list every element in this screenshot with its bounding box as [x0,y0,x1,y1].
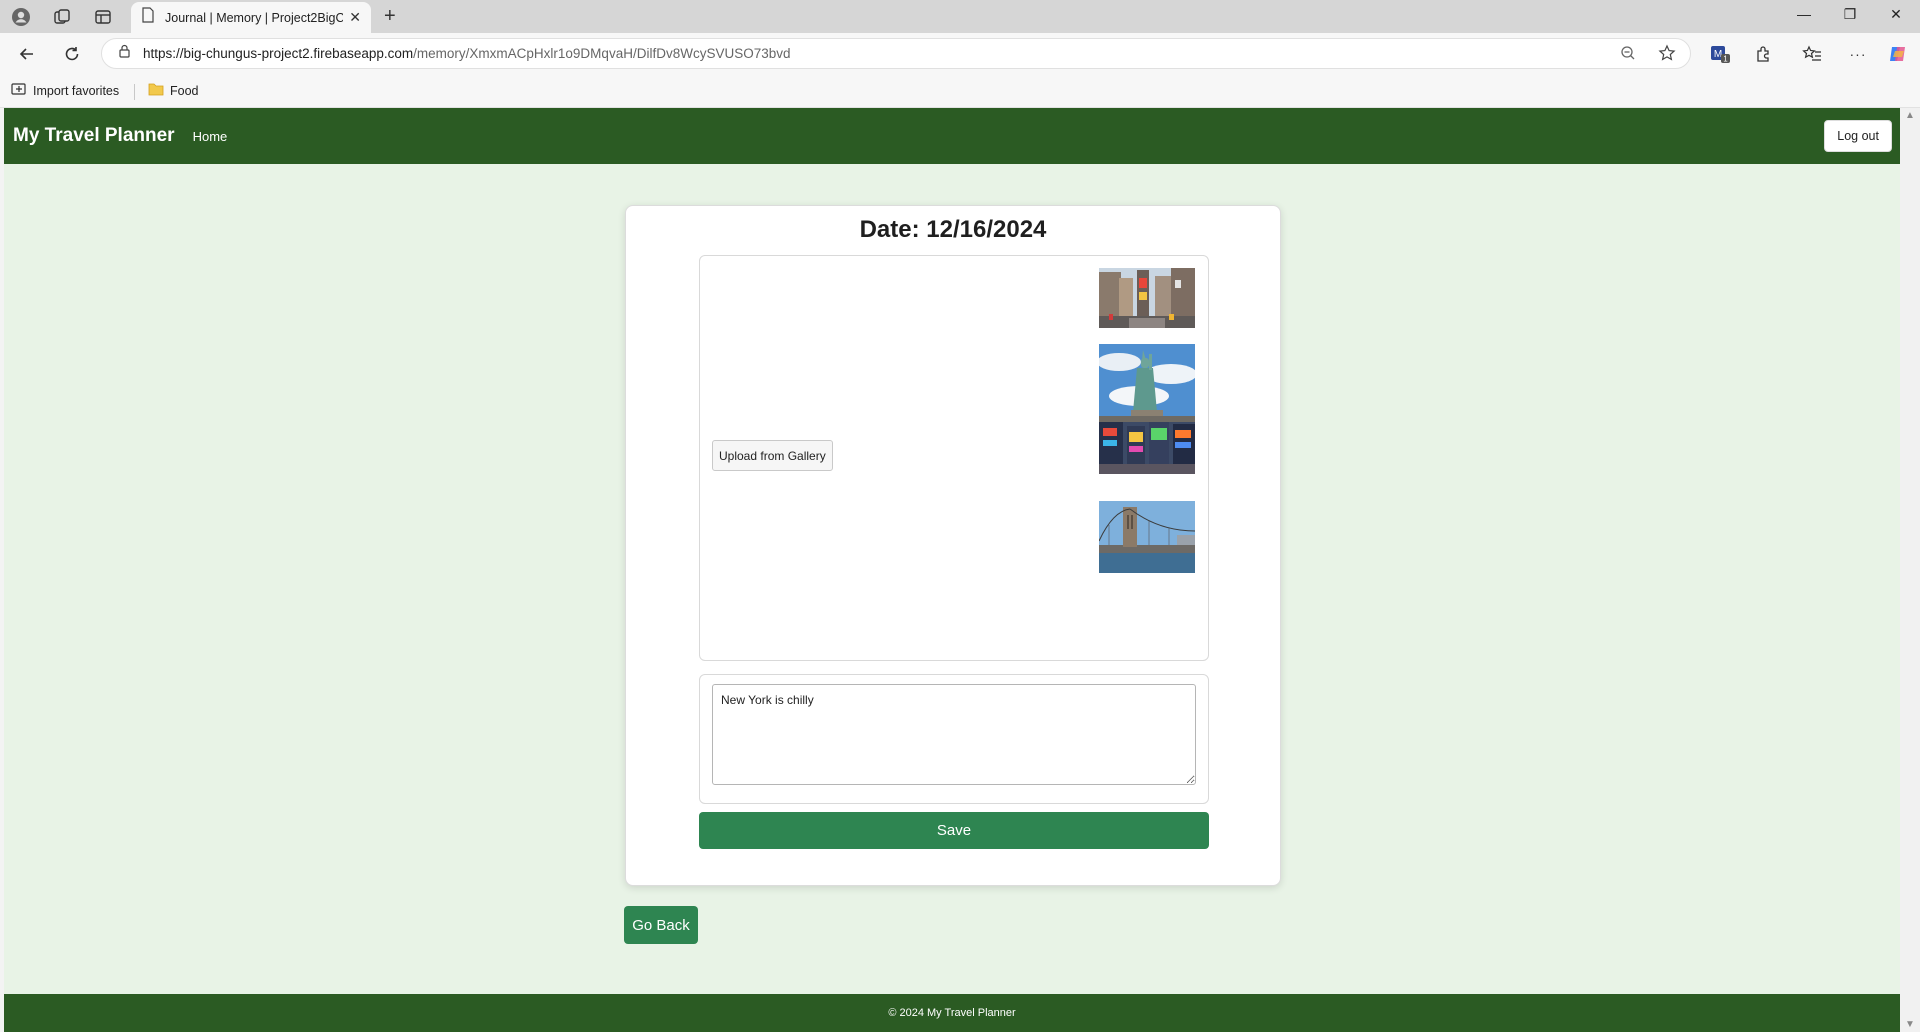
upload-from-gallery-button[interactable]: Upload from Gallery [712,440,833,471]
browser-tab-bar: Journal | Memory | Project2BigCh ✕ + — ❐… [0,0,1920,33]
back-icon[interactable] [16,43,38,65]
outlook-extension-icon[interactable]: M1 [1709,43,1731,65]
app-header: My Travel Planner Home Log out [4,108,1900,164]
address-bar-row: https://big-chungus-project2.firebaseapp… [0,33,1920,75]
photo-times-square-street[interactable] [1099,268,1195,328]
favorites-icon[interactable] [1801,43,1823,65]
bookmark-import-favorites[interactable]: Import favorites [11,82,119,99]
bookmark-separator [134,84,135,100]
scroll-down-icon[interactable]: ▼ [1905,1019,1915,1030]
notes-section: New York is chilly [699,674,1209,804]
page-title: Date: 12/16/2024 [859,216,1047,243]
go-back-button[interactable]: Go Back [624,906,698,944]
copilot-icon[interactable] [1887,43,1909,65]
bookmark-label: Food [170,83,199,98]
tab-journal-memory[interactable]: Journal | Memory | Project2BigCh ✕ [131,2,371,33]
page-icon [141,7,155,28]
url-domain: https://big-chungus-project2.firebaseapp… [143,46,414,61]
bookmark-label: Import favorites [33,83,120,98]
tab-title: Journal | Memory | Project2BigCh [165,10,343,25]
photo-brooklyn-bridge[interactable] [1099,501,1195,573]
photo-statue-of-liberty[interactable] [1099,344,1195,422]
workspaces-icon[interactable] [51,6,73,28]
footer-copyright: © 2024 My Travel Planner [888,1007,1016,1019]
url-field[interactable]: https://big-chungus-project2.firebaseapp… [101,38,1691,69]
minimize-icon[interactable]: — [1793,6,1815,22]
bookmarks-bar: Import favorites Food [0,75,1920,108]
photo-times-square-night[interactable] [1099,422,1195,474]
page-footer: © 2024 My Travel Planner [4,994,1900,1032]
extensions-puzzle-icon[interactable] [1753,43,1775,65]
url-path: /memory/XmxmACpHxlr1o9DMqvaH/DilfDv8WcyS… [413,46,791,61]
nav-home-link[interactable]: Home [193,129,228,144]
new-tab-icon[interactable]: + [384,5,396,28]
memory-notes-textarea[interactable]: New York is chilly [712,684,1196,785]
refresh-icon[interactable] [61,43,83,65]
extension-badge: 1 [1723,55,1728,64]
memory-card: Date: 12/16/2024 Upload from Gallery New… [625,205,1281,886]
scroll-up-icon[interactable]: ▲ [1905,110,1915,121]
brand-title[interactable]: My Travel Planner [13,125,175,147]
close-tab-icon[interactable]: ✕ [349,9,361,26]
lock-icon[interactable] [118,44,131,63]
svg-text:M: M [1714,49,1722,60]
url-text: https://big-chungus-project2.firebaseapp… [143,46,791,61]
save-button[interactable]: Save [699,812,1209,849]
page-viewport: My Travel Planner Home Log out Date: 12/… [4,108,1900,1032]
bookmark-folder-food[interactable]: Food [148,82,199,99]
vertical-tabs-icon[interactable] [92,6,114,28]
more-options-icon[interactable]: ··· [1847,43,1869,65]
photo-gallery: Upload from Gallery [699,255,1209,661]
profile-icon[interactable] [10,6,32,28]
zoom-icon[interactable] [1620,45,1636,66]
page-scrollbar[interactable]: ▲ ▼ [1900,108,1920,1032]
restore-icon[interactable]: ❐ [1839,6,1861,23]
logout-button[interactable]: Log out [1824,120,1892,152]
import-icon [11,82,27,99]
folder-icon [148,82,164,99]
close-window-icon[interactable]: ✕ [1885,6,1907,23]
favorite-star-icon[interactable] [1658,44,1676,67]
